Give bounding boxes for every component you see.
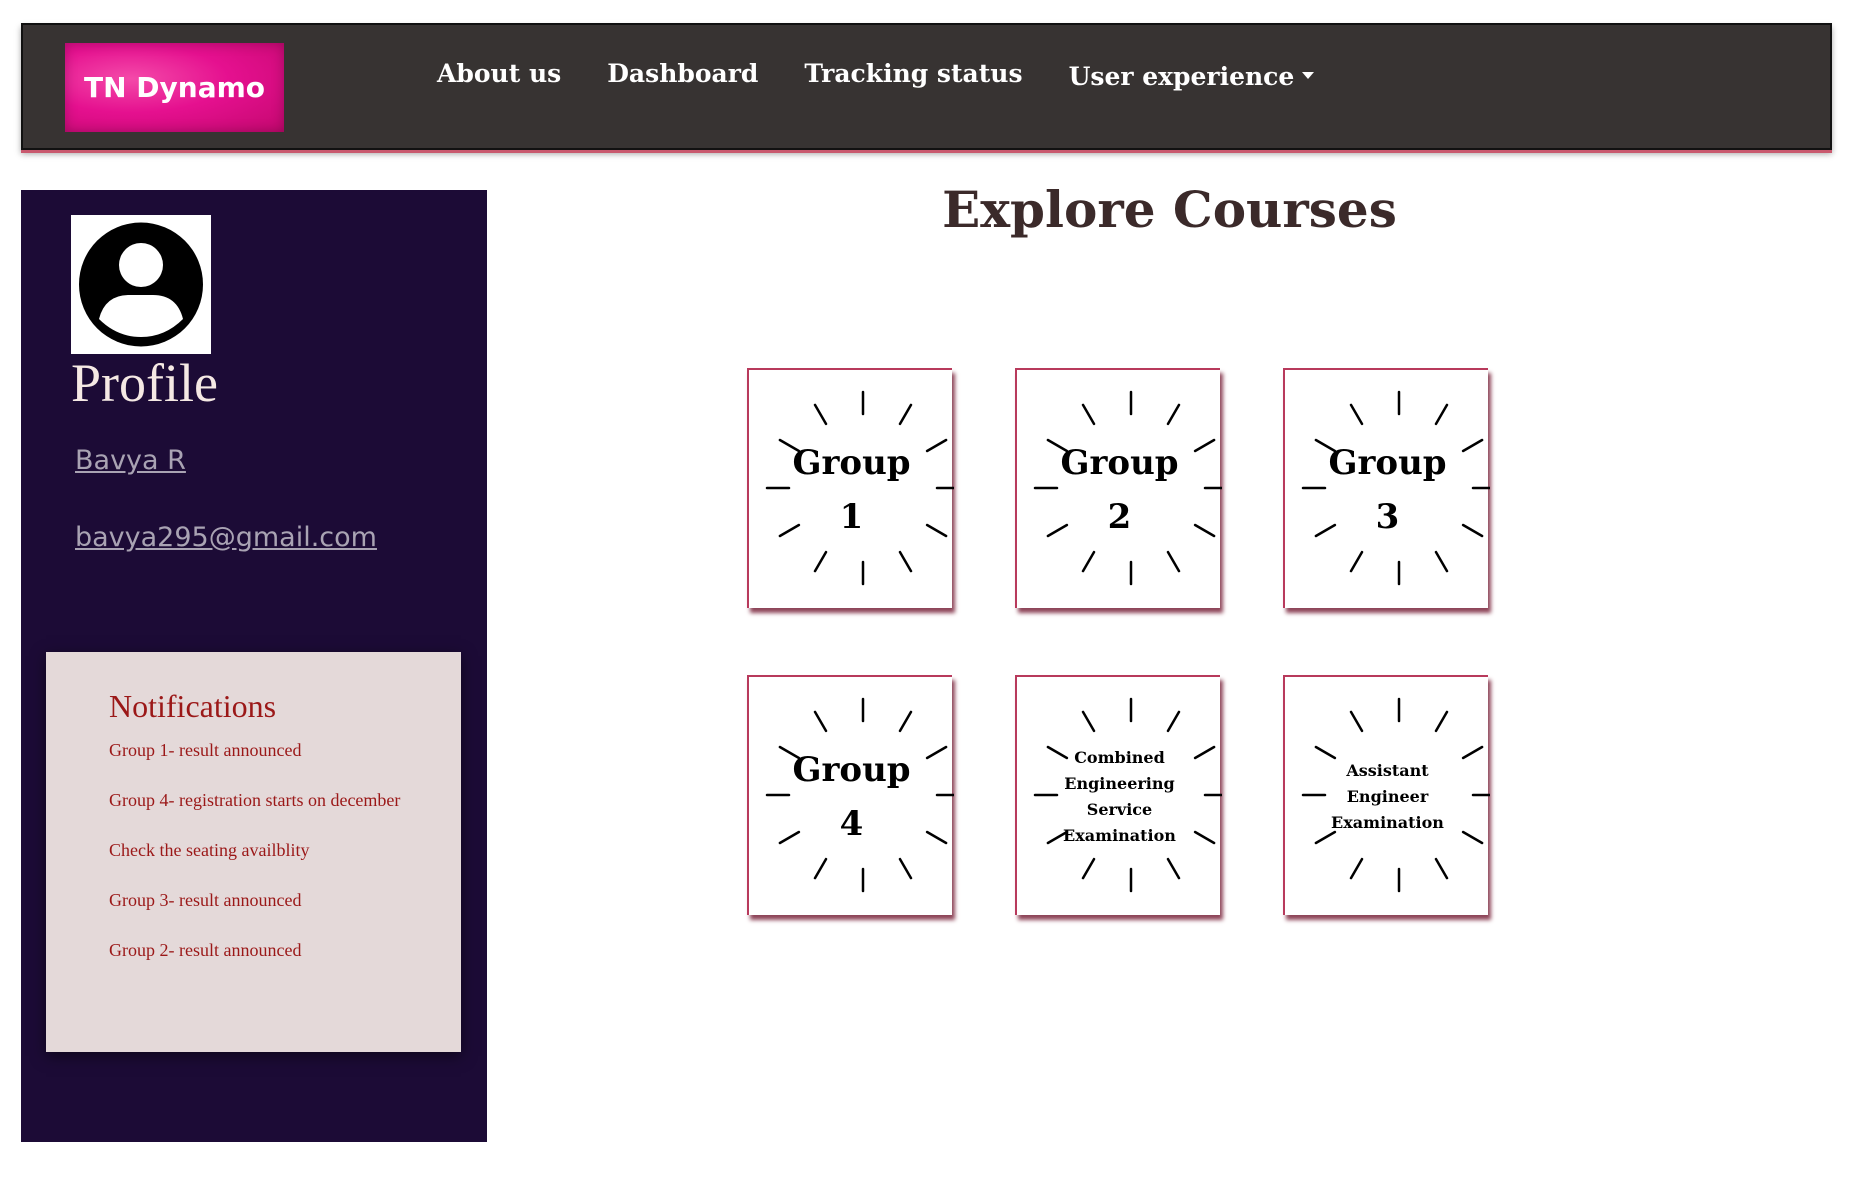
profile-title: Profile xyxy=(71,353,218,413)
course-card-combined-engineering[interactable]: Combined Engineering Service Examination xyxy=(1015,675,1222,915)
notification-item: Group 3- result announced xyxy=(109,890,302,910)
user-icon xyxy=(79,222,203,347)
caret-down-icon xyxy=(1302,72,1315,79)
notification-item: Check the seating availblity xyxy=(109,840,310,860)
nav-links: About us Dashboard Tracking status User … xyxy=(437,59,1360,91)
profile-sidebar: Profile Bavya R bavya295@gmail.com Notif… xyxy=(21,190,487,1142)
notification-item: Group 1- result announced xyxy=(109,740,302,760)
profile-email-link[interactable]: bavya295@gmail.com xyxy=(75,522,377,553)
course-card-assistant-engineer[interactable]: Assistant Engineer Examination xyxy=(1283,675,1490,915)
course-card-group-3[interactable]: Group 3 xyxy=(1283,368,1490,608)
notification-item: Group 4- registration starts on december xyxy=(109,790,401,810)
course-label: Assistant Engineer Examination xyxy=(1331,761,1444,832)
nav-user-experience-dropdown[interactable]: User experience xyxy=(1069,62,1315,91)
nav-user-experience-label: User experience xyxy=(1068,62,1295,91)
nav-tracking-status[interactable]: Tracking status xyxy=(804,59,1022,88)
course-label: Group 3 xyxy=(1328,443,1447,537)
avatar xyxy=(71,215,211,354)
nav-about-us[interactable]: About us xyxy=(437,59,561,88)
notifications-panel: Notifications Group 1- result announced … xyxy=(46,652,461,1052)
top-navbar: TN Dynamo About us Dashboard Tracking st… xyxy=(21,23,1832,150)
course-label: Group 4 xyxy=(792,750,911,844)
course-card-group-4[interactable]: Group 4 xyxy=(747,675,954,915)
nav-dashboard[interactable]: Dashboard xyxy=(607,59,758,88)
course-label: Group 2 xyxy=(1060,443,1179,537)
course-label: Group 1 xyxy=(792,443,911,537)
course-label: Combined Engineering Service Examination xyxy=(1063,748,1176,845)
page-title: Explore Courses xyxy=(942,180,1397,239)
course-card-group-2[interactable]: Group 2 xyxy=(1015,368,1222,608)
notification-item: Group 2- result announced xyxy=(109,940,302,960)
notifications-title: Notifications xyxy=(109,688,277,724)
brand-logo[interactable]: TN Dynamo xyxy=(65,43,284,132)
profile-name-link[interactable]: Bavya R xyxy=(75,445,186,476)
course-card-group-1[interactable]: Group 1 xyxy=(747,368,954,608)
